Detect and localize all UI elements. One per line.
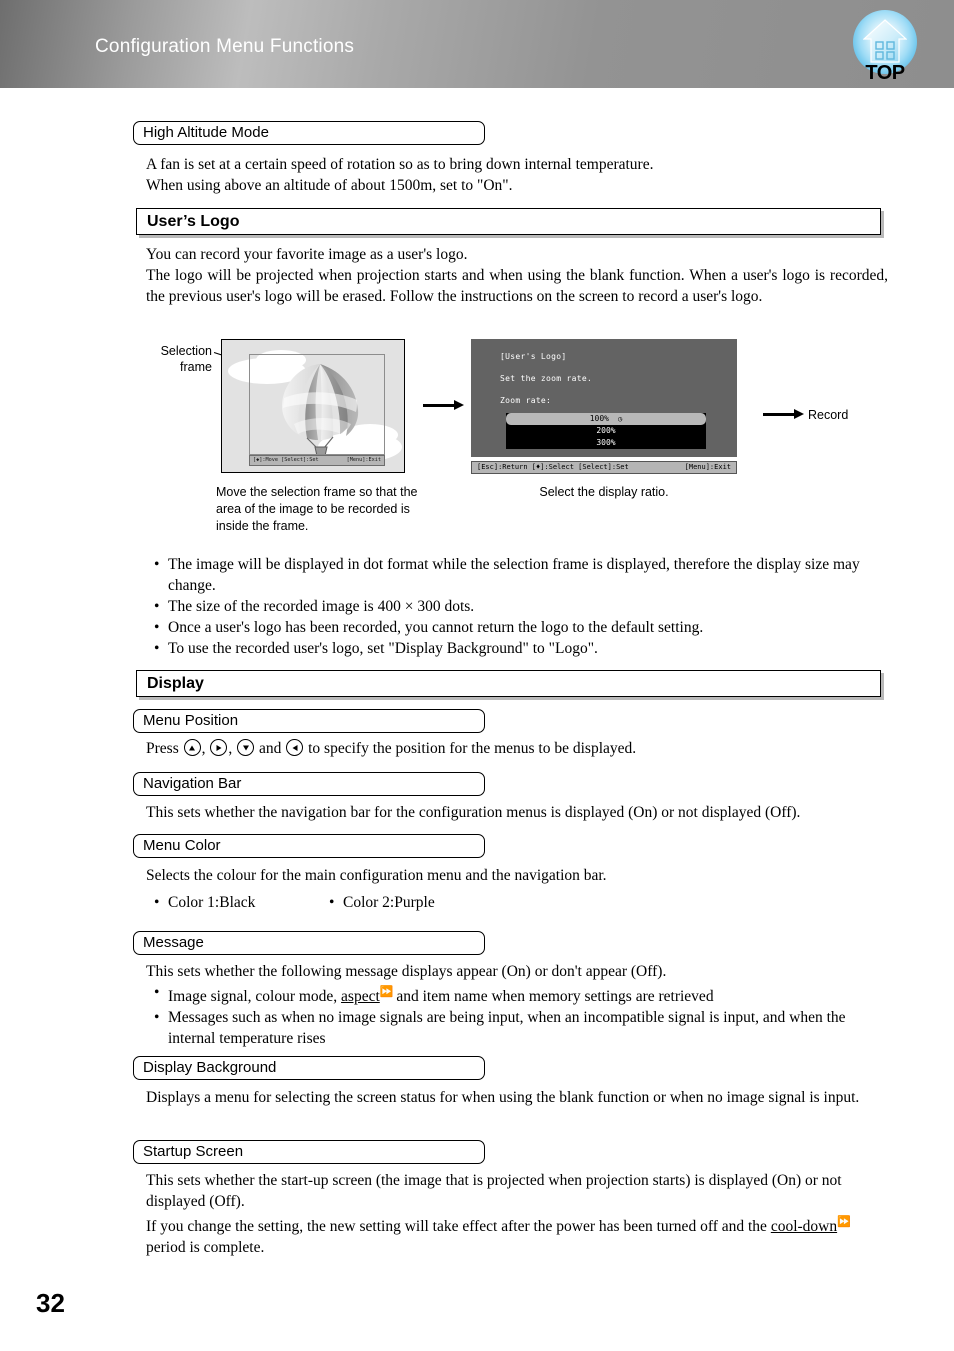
section-heading-display: Display bbox=[136, 670, 881, 697]
zoom-rate-option-300[interactable]: 300% bbox=[506, 437, 706, 449]
subheading-label: Display Background bbox=[143, 1059, 277, 1076]
subheading-label: Navigation Bar bbox=[143, 775, 242, 792]
and-word: and bbox=[258, 740, 282, 757]
subheading-startup-screen: Startup Screen bbox=[133, 1140, 485, 1164]
subheading-label: High Altitude Mode bbox=[143, 124, 269, 141]
zoom-rate-option-list[interactable]: 100% ◷ 200% 300% bbox=[506, 413, 706, 449]
subheading-menu-position: Menu Position bbox=[133, 709, 485, 733]
press-suffix: to specify the position for the menus to… bbox=[308, 740, 637, 757]
down-arrow-key-icon bbox=[237, 739, 255, 756]
page-header: Configuration Menu Functions TOP bbox=[0, 0, 954, 88]
comma: , bbox=[201, 740, 206, 757]
users-logo-bullet-list: The image will be displayed in dot forma… bbox=[152, 554, 890, 659]
menu-instruction: Set the zoom rate. bbox=[500, 374, 593, 383]
page-title: Configuration Menu Functions bbox=[95, 36, 355, 57]
subheading-label: Menu Color bbox=[143, 837, 221, 854]
list-item: Messages such as when no image signals a… bbox=[152, 1007, 890, 1049]
menu-color-description: Selects the colour for the main configur… bbox=[146, 867, 607, 884]
subheading-label: Startup Screen bbox=[143, 1143, 244, 1160]
section-heading-users-logo: User’s Logo bbox=[136, 208, 881, 235]
press-prefix: Press bbox=[146, 740, 179, 757]
record-label: Record bbox=[808, 408, 849, 422]
users-logo-paragraph-1: You can record your favorite image as a … bbox=[146, 246, 468, 263]
left-figure-caption: Move the selection frame so that the are… bbox=[216, 485, 418, 533]
menu-color-option-list: Color 1:Black Color 2:Purple bbox=[152, 892, 652, 913]
subheading-menu-color: Menu Color bbox=[133, 834, 485, 858]
figure-arrow-2 bbox=[763, 409, 804, 418]
up-arrow-key-icon bbox=[183, 739, 201, 756]
section-heading-label: User’s Logo bbox=[147, 213, 240, 230]
navbar-right-hints: [Menu]:Exit bbox=[684, 463, 731, 471]
subheading-label: Menu Position bbox=[143, 712, 239, 729]
option-label: 300% bbox=[596, 438, 616, 447]
menu-position-description: Press , , and to specify the position fo… bbox=[146, 738, 886, 759]
zoom-rate-option-100[interactable]: 100% ◷ bbox=[506, 413, 706, 425]
note-text-after: period is complete. bbox=[146, 1239, 265, 1257]
list-item: Color 2:Purple bbox=[327, 892, 435, 913]
jump-arrow-icon: ⏩ bbox=[837, 1216, 851, 1228]
note-text-before: If you change the setting, the new setti… bbox=[146, 1218, 771, 1236]
navigation-bar-description: This sets whether the navigation bar for… bbox=[146, 804, 801, 821]
option-label: 200% bbox=[596, 426, 616, 435]
zoom-rate-menu-navbar: [Esc]:Return [♦]:Select [Select]:Set [Me… bbox=[471, 461, 737, 474]
zoom-rate-menu-screenshot: [User's Logo] Set the zoom rate. Zoom ra… bbox=[471, 339, 737, 457]
selection-frame-label-line2: frame bbox=[180, 360, 212, 374]
zoom-rate-option-200[interactable]: 200% bbox=[506, 425, 706, 437]
subheading-label: Message bbox=[143, 934, 204, 951]
message-description: This sets whether the following message … bbox=[146, 963, 667, 980]
top-badge[interactable]: TOP bbox=[849, 10, 921, 88]
display-background-description: Displays a menu for selecting the screen… bbox=[146, 1089, 860, 1106]
top-badge-label: TOP bbox=[865, 62, 905, 84]
aspect-glossary-link[interactable]: aspect bbox=[341, 988, 380, 1005]
list-item: Once a user's logo has been recorded, yo… bbox=[152, 617, 890, 638]
list-item: Color 1:Black bbox=[152, 892, 323, 913]
subheading-display-background: Display Background bbox=[133, 1056, 485, 1080]
list-item: The image will be displayed in dot forma… bbox=[152, 554, 890, 596]
option-label: 100% bbox=[589, 414, 609, 423]
bullet-text-before: Image signal, colour mode, bbox=[168, 988, 342, 1006]
high-altitude-mode-paragraph-2: When using above an altitude of about 15… bbox=[146, 177, 513, 194]
startup-screen-description: This sets whether the start-up screen (t… bbox=[146, 1172, 842, 1210]
balloon-screenshot-navbar: [◆]:Move [Select]:Set [Menu]:Exit bbox=[249, 455, 385, 466]
section-heading-label: Display bbox=[147, 675, 204, 692]
high-altitude-mode-paragraph-1: A fan is set at a certain speed of rotat… bbox=[146, 156, 654, 173]
right-figure-caption: Select the display ratio. bbox=[539, 485, 669, 499]
jump-arrow-icon: ⏩ bbox=[379, 986, 394, 998]
subheading-message: Message bbox=[133, 931, 485, 955]
bullet-text-after: and item name when memory settings are r… bbox=[392, 988, 714, 1006]
users-logo-paragraph-2: The logo will be projected when projecti… bbox=[146, 267, 888, 305]
selected-indicator-icon: ◷ bbox=[613, 415, 623, 423]
menu-field-label: Zoom rate: bbox=[500, 396, 552, 405]
balloon-screenshot: [◆]:Move [Select]:Set [Menu]:Exit bbox=[221, 339, 405, 473]
subheading-navigation-bar: Navigation Bar bbox=[133, 772, 485, 796]
list-item: Image signal, colour mode, aspect⏩ and i… bbox=[152, 982, 890, 1007]
subheading-high-altitude-mode: High Altitude Mode bbox=[133, 121, 485, 145]
left-arrow-key-icon bbox=[286, 739, 304, 756]
home-icon bbox=[863, 19, 907, 63]
list-item: The size of the recorded image is 400 × … bbox=[152, 596, 890, 617]
navbar-left-hints: [Esc]:Return [♦]:Select [Select]:Set bbox=[477, 463, 629, 471]
selection-frame[interactable] bbox=[249, 354, 385, 455]
list-item: To use the recorded user's logo, set "Di… bbox=[152, 638, 890, 659]
navbar-left-hints: [◆]:Move [Select]:Set bbox=[253, 457, 319, 463]
selection-frame-label-line1: Selection bbox=[160, 344, 212, 358]
cool-down-glossary-link[interactable]: cool-down bbox=[771, 1218, 837, 1235]
message-bullet-list: Image signal, colour mode, aspect⏩ and i… bbox=[152, 982, 890, 1049]
page-number: 32 bbox=[36, 1288, 65, 1318]
menu-title: [User's Logo] bbox=[500, 352, 567, 361]
figure-arrow-1 bbox=[423, 400, 464, 409]
comma: , bbox=[228, 740, 233, 757]
navbar-right-hints: [Menu]:Exit bbox=[346, 457, 381, 463]
startup-screen-note: If you change the setting, the new setti… bbox=[146, 1212, 888, 1258]
right-arrow-key-icon bbox=[210, 739, 228, 756]
